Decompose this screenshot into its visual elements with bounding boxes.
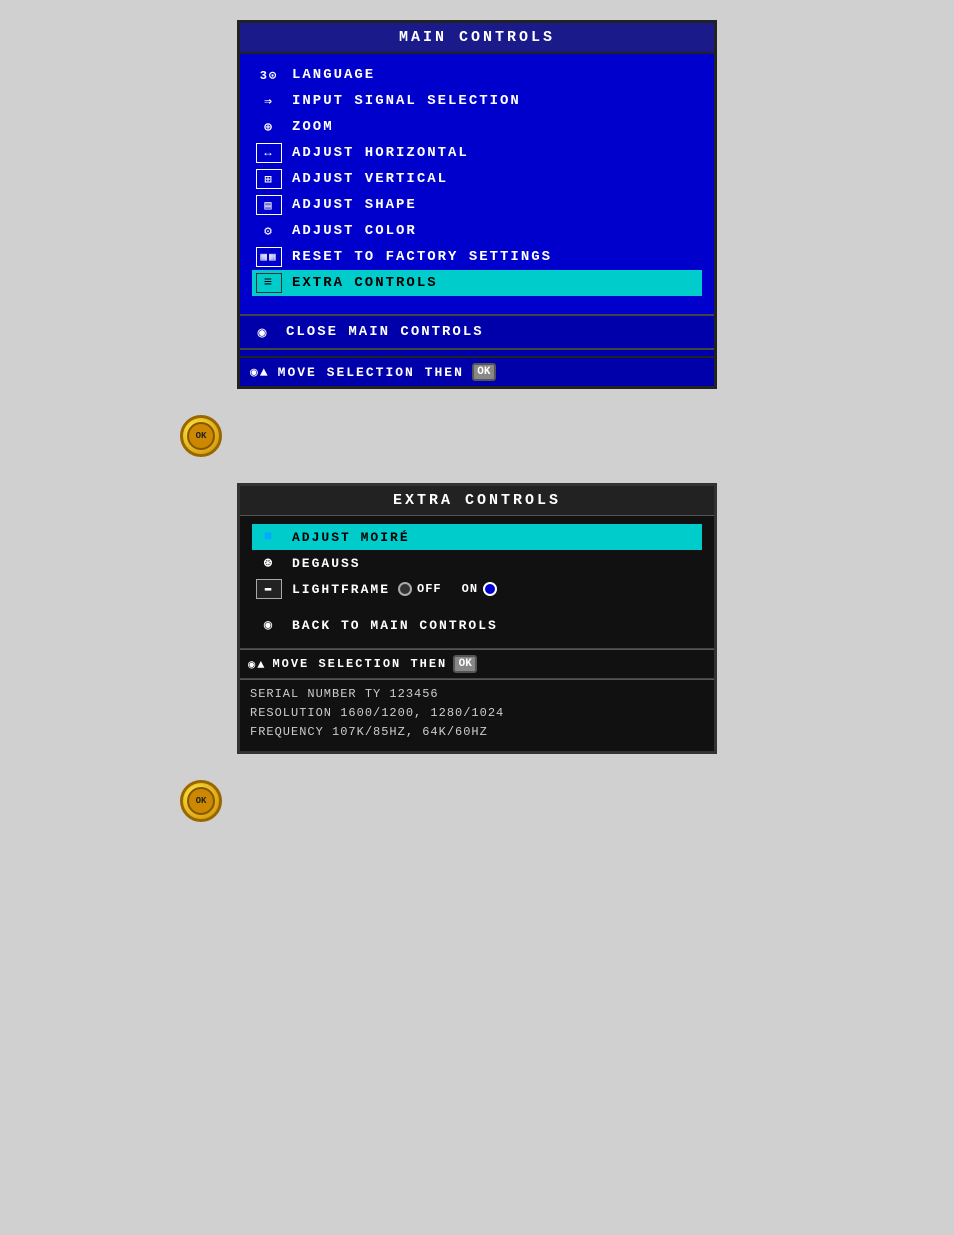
extra-footer-nav-icons: ◉▲ xyxy=(248,657,266,672)
lightframe-off-icon xyxy=(398,582,412,596)
extra-item-degauss[interactable]: ⊛ DEGAUSS xyxy=(252,550,702,576)
spacer xyxy=(252,296,702,306)
degauss-icon: ⊛ xyxy=(256,553,282,573)
main-controls-body: 3⊙ LANGUAGE ⇒ INPUT SIGNAL SELECTION ⊕ Z… xyxy=(240,54,714,314)
menu-item-adjust-shape[interactable]: ▤ ADJUST SHAPE xyxy=(252,192,702,218)
zoom-label: ZOOM xyxy=(292,119,334,135)
extra-item-lightframe[interactable]: ▬ LIGHTFRAME OFF ON xyxy=(252,576,702,602)
menu-item-extra-controls[interactable]: ≡ EXTRA CONTROLS xyxy=(252,270,702,296)
adjust-color-label: ADJUST COLOR xyxy=(292,223,417,239)
input-signal-icon: ⇒ xyxy=(256,91,282,111)
back-icon: ◉ xyxy=(256,615,282,635)
extra-controls-panel: EXTRA CONTROLS ■ ADJUST MOIRÉ ⊛ DEGAUSS … xyxy=(237,483,717,754)
ok-badge: OK xyxy=(472,363,496,381)
ok-button-inner: OK xyxy=(187,422,215,450)
frequency: FREQUENCY 107K/85HZ, 64K/60HZ xyxy=(250,723,704,742)
main-controls-title: MAIN CONTROLS xyxy=(240,23,714,54)
language-label: LANGUAGE xyxy=(292,67,375,83)
lightframe-off-option[interactable]: OFF xyxy=(398,582,442,596)
close-main-icon: ◉ xyxy=(250,322,276,342)
language-icon: 3⊙ xyxy=(256,65,282,85)
ok-button-2-inner: OK xyxy=(187,787,215,815)
lightframe-off-label: OFF xyxy=(417,582,442,596)
menu-item-adjust-color[interactable]: ⚙ ADJUST COLOR xyxy=(252,218,702,244)
extra-controls-footer: ◉▲ MOVE SELECTION THEN OK xyxy=(240,649,714,678)
main-controls-footer: ◉▲ MOVE SELECTION THEN OK xyxy=(240,356,714,386)
adjust-vert-icon: ⊞ xyxy=(256,169,282,189)
lightframe-icon: ▬ xyxy=(256,579,282,599)
menu-item-adjust-horiz[interactable]: ↔ ADJUST HORIZONTAL xyxy=(252,140,702,166)
serial-number: SERIAL NUMBER TY 123456 xyxy=(250,685,704,704)
menu-item-reset-factory[interactable]: ▦▦ RESET TO FACTORY SETTINGS xyxy=(252,244,702,270)
adjust-vert-label: ADJUST VERTICAL xyxy=(292,171,448,187)
spacer3 xyxy=(252,602,702,610)
extra-controls-label: EXTRA CONTROLS xyxy=(292,275,438,291)
degauss-label: DEGAUSS xyxy=(292,556,361,571)
extra-ok-badge: OK xyxy=(453,655,477,673)
back-to-main-row[interactable]: ◉ BACK TO MAIN CONTROLS xyxy=(252,610,702,640)
close-main-controls-row[interactable]: ◉ CLOSE MAIN CONTROLS xyxy=(240,314,714,350)
input-signal-label: INPUT SIGNAL SELECTION xyxy=(292,93,521,109)
reset-factory-label: RESET TO FACTORY SETTINGS xyxy=(292,249,552,265)
lightframe-on-label: ON xyxy=(462,582,478,596)
resolution: RESOLUTION 1600/1200, 1280/1024 xyxy=(250,704,704,723)
lightframe-label: LIGHTFRAME xyxy=(292,582,390,597)
lightframe-on-option[interactable]: ON xyxy=(462,582,497,596)
adjust-color-icon: ⚙ xyxy=(256,221,282,241)
reset-factory-icon: ▦▦ xyxy=(256,247,282,267)
adjust-moire-label: ADJUST MOIRÉ xyxy=(292,530,410,545)
menu-item-language[interactable]: 3⊙ LANGUAGE xyxy=(252,62,702,88)
ok-button[interactable]: OK xyxy=(180,415,222,457)
back-label: BACK TO MAIN CONTROLS xyxy=(292,618,498,633)
menu-item-input-signal[interactable]: ⇒ INPUT SIGNAL SELECTION xyxy=(252,88,702,114)
adjust-shape-icon: ▤ xyxy=(256,195,282,215)
adjust-horiz-icon: ↔ xyxy=(256,143,282,163)
close-main-label: CLOSE MAIN CONTROLS xyxy=(286,324,484,340)
menu-item-adjust-vert[interactable]: ⊞ ADJUST VERTICAL xyxy=(252,166,702,192)
lightframe-on-icon xyxy=(483,582,497,596)
extra-controls-title: EXTRA CONTROLS xyxy=(240,486,714,516)
extra-item-adjust-moire[interactable]: ■ ADJUST MOIRÉ xyxy=(252,524,702,550)
extra-footer-label: MOVE SELECTION THEN xyxy=(272,657,447,671)
ok-button-area: OK xyxy=(20,407,934,465)
ok-button-2[interactable]: OK xyxy=(180,780,222,822)
extra-controls-body: ■ ADJUST MOIRÉ ⊛ DEGAUSS ▬ LIGHTFRAME OF… xyxy=(240,516,714,648)
menu-item-zoom[interactable]: ⊕ ZOOM xyxy=(252,114,702,140)
zoom-icon: ⊕ xyxy=(256,117,282,137)
main-controls-panel: MAIN CONTROLS 3⊙ LANGUAGE ⇒ INPUT SIGNAL… xyxy=(237,20,717,389)
footer-nav-icon: ◉▲ xyxy=(250,365,270,380)
footer-label: MOVE SELECTION THEN xyxy=(278,365,464,380)
adjust-shape-label: ADJUST SHAPE xyxy=(292,197,417,213)
ok-button-area-2: OK xyxy=(20,772,934,830)
extra-controls-icon: ≡ xyxy=(256,273,282,293)
adjust-moire-icon: ■ xyxy=(256,527,282,547)
info-section: SERIAL NUMBER TY 123456 RESOLUTION 1600/… xyxy=(240,679,714,751)
lightframe-options: OFF ON xyxy=(398,582,497,596)
adjust-horiz-label: ADJUST HORIZONTAL xyxy=(292,145,469,161)
